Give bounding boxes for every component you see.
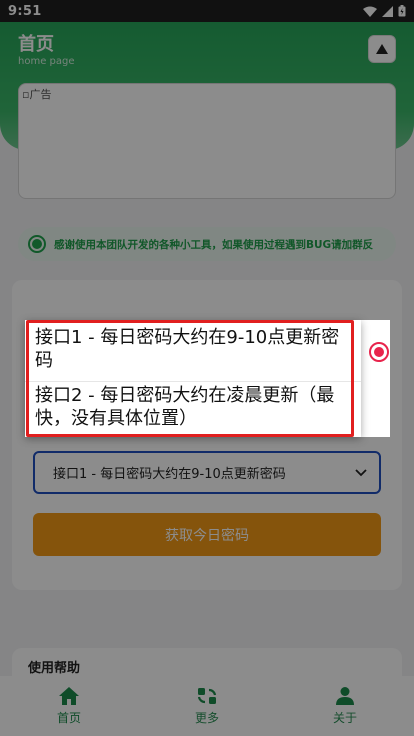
dropdown-option-2[interactable]: 接口2 - 每日密码大约在凌晨更新（最快，没有具体位置） (25, 381, 361, 437)
radio-selected-icon[interactable] (369, 342, 389, 362)
dropdown-option-1[interactable]: 接口1 - 每日密码大约在9-10点更新密码 (25, 324, 389, 379)
dropdown-option-2-label: 接口2 - 每日密码大约在凌晨更新（最快，没有具体位置） (35, 385, 335, 429)
api-dropdown-menu: 接口1 - 每日密码大约在9-10点更新密码 接口2 - 每日密码大约在凌晨更新… (25, 320, 389, 437)
dropdown-option-1-label: 接口1 - 每日密码大约在9-10点更新密码 (35, 327, 340, 371)
